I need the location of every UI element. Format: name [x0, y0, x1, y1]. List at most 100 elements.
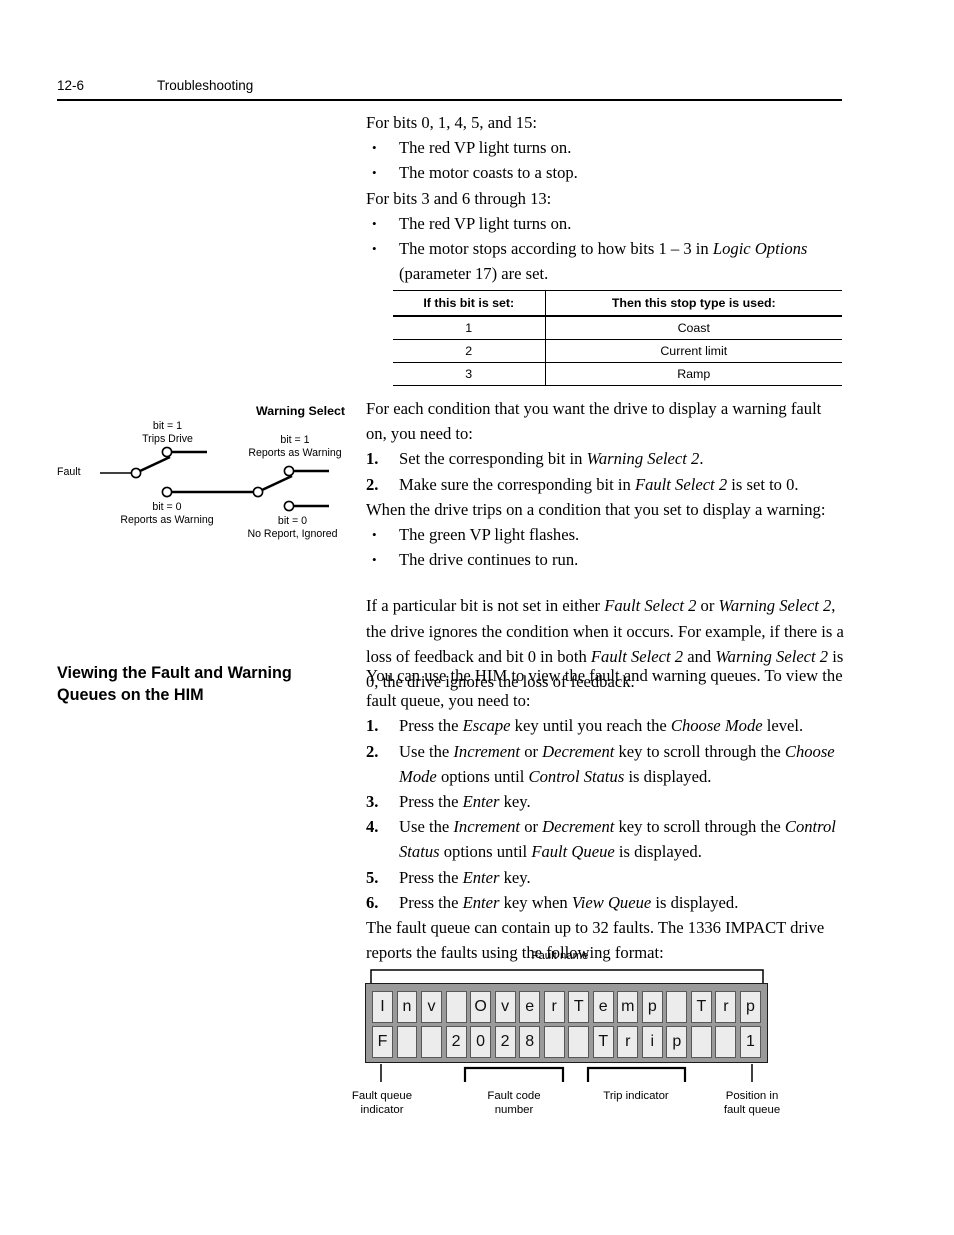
list-item: • The red VP light turns on. [366, 211, 844, 236]
bullet-glyph: • [372, 241, 377, 257]
cell-stop-type: Ramp [545, 362, 842, 386]
step-text: key when [499, 892, 572, 912]
cell-stop-type: Coast [545, 316, 842, 340]
step-text: Press the [399, 892, 463, 912]
list-item: 2. Use the Increment or Decrement key to … [366, 739, 844, 789]
lcd-character-cell: T [592, 1026, 614, 1059]
lcd-character-cell: v [494, 991, 516, 1023]
lcd-character-cell: F [372, 1026, 393, 1059]
bullet-glyph: • [372, 552, 377, 568]
chapter-title: Troubleshooting [157, 78, 254, 93]
lcd-character-cell: 2 [445, 1026, 467, 1059]
bullet-text-emphasis: Logic Options [712, 239, 808, 259]
callout-line1: Trip indicator [603, 1090, 669, 1102]
section-heading-line2: Queues on the HIM [57, 686, 204, 704]
callout-trip-indicator: Trip indicator [591, 1090, 681, 1104]
bullet-text-pre: The motor stops according to how bits 1 … [399, 239, 713, 259]
lcd-character-cell: v [421, 991, 442, 1023]
step-text-pre: Set the corresponding bit in [399, 449, 587, 469]
step-text-emphasis: View Queue [571, 892, 652, 912]
callout-line2: fault queue [723, 1103, 781, 1116]
step-text: options until [439, 842, 532, 862]
list-item: • The motor stops according to how bits 1… [366, 236, 844, 286]
main-text-column-upper: For bits 0, 1, 4, 5, and 15: • The red VP… [366, 110, 844, 286]
step-text-emphasis: Enter [462, 867, 500, 887]
lcd-character-cell [396, 1026, 418, 1059]
lcd-character-cell: 8 [519, 1026, 541, 1059]
step-text-emphasis: Fault Queue [531, 842, 615, 862]
main-text-column-warning: For each condition that you want the dri… [366, 396, 844, 694]
label-description: Trips Drive [142, 433, 193, 445]
callout-fault-queue-indicator: Fault queue indicator [337, 1090, 427, 1117]
diagram-label-left-upper: bit = 1 Trips Drive [120, 420, 215, 446]
callout-position-in-fault-queue: Position in fault queue [707, 1090, 797, 1117]
list-item: 1. Press the Escape key until you reach t… [366, 713, 844, 738]
step-text-emphasis: Enter [462, 792, 500, 812]
step-text: options until [436, 766, 529, 786]
bullet-list-c: • The green VP light flashes. • The drive … [366, 522, 844, 572]
list-item: 6. Press the Enter key when View Queue is… [366, 890, 844, 915]
warning-steps-list: 1. Set the corresponding bit in Warning S… [366, 446, 844, 496]
lcd-character-cell: p [739, 991, 761, 1023]
paragraph-when-trips: When the drive trips on a condition that… [366, 499, 826, 519]
diagram-label-right-lower: bit = 0 No Report, Ignored [225, 515, 360, 541]
step-text: Press the [399, 792, 463, 812]
bullet-text: The red VP light turns on. [399, 213, 572, 233]
label-bit-value: bit = 0 [277, 515, 308, 527]
label-bit-value: bit = 0 [152, 501, 182, 513]
step-text: key until you reach the [510, 716, 671, 736]
callout-line1: Position in [725, 1090, 779, 1102]
lcd-character-cell: 2 [494, 1026, 516, 1059]
paragraph-him-intro: You can use the HIM to view the fault an… [366, 666, 843, 711]
step-text-emphasis: Decrement [542, 817, 615, 837]
list-item: 3. Press the Enter key. [366, 789, 844, 814]
lcd-character-cell: i [641, 1026, 663, 1059]
lcd-character-cell: r [543, 991, 565, 1023]
lcd-character-cell: e [519, 991, 541, 1023]
step-text: is displayed. [614, 842, 702, 862]
table-row: 1 Coast [393, 316, 842, 340]
step-text: level. [762, 716, 804, 736]
step-text: is displayed. [624, 766, 712, 786]
bullet-glyph: • [372, 165, 377, 181]
label-description: No Report, Ignored [247, 528, 338, 540]
step-text-emphasis: Increment [453, 817, 521, 837]
lcd-character-cell [445, 991, 467, 1023]
step-text-post: . [699, 449, 704, 469]
list-item: • The motor coasts to a stop. [366, 160, 844, 185]
bullet-text: The red VP light turns on. [399, 138, 572, 158]
bullet-glyph: • [372, 215, 377, 231]
page-number: 12-6 [57, 78, 85, 93]
lcd-character-cell [690, 1026, 712, 1059]
lcd-character-cell: 1 [739, 1026, 761, 1059]
diagram-label-left-lower: bit = 0 Reports as Warning [102, 501, 232, 527]
bullet-text: The green VP light flashes. [399, 525, 580, 545]
step-text-emphasis: Control Status [528, 766, 625, 786]
step-text: Use the [399, 817, 454, 837]
lcd-character-cell: p [666, 1026, 688, 1059]
lcd-character-cell: e [592, 991, 614, 1023]
column-header-bit: If this bit is set: [393, 290, 546, 317]
step-text: Press the [399, 716, 463, 736]
list-item: • The green VP light flashes. [366, 522, 844, 547]
lcd-character-cell [666, 991, 688, 1023]
header-divider [57, 99, 842, 102]
lcd-character-cell: T [568, 991, 590, 1023]
step-text: key to scroll through the [614, 817, 785, 837]
bullet-text: The motor coasts to a stop. [399, 163, 578, 183]
lcd-character-cell: r [617, 1026, 639, 1059]
step-text-emphasis: Decrement [542, 741, 615, 761]
table-header-row: If this bit is set: Then this stop type … [393, 290, 842, 317]
table-row: 3 Ramp [393, 362, 842, 386]
lcd-character-cell [421, 1026, 442, 1059]
step-text: Use the [399, 741, 454, 761]
paragraph-bits-list-b: For bits 3 and 6 through 13: [366, 188, 552, 208]
lcd-display-panel: InvOverTempTrp F2028Trip1 [365, 983, 768, 1063]
label-bit-value: bit = 1 [152, 420, 183, 432]
lcd-character-cell: O [470, 991, 492, 1023]
label-bit-value: bit = 1 [280, 434, 310, 446]
step-text-emphasis: Escape [462, 716, 511, 736]
step-number: 1. [366, 716, 379, 736]
step-text-emphasis: Warning Select 2 [586, 449, 700, 469]
diagram-label-right-upper: bit = 1 Reports as Warning [230, 434, 360, 460]
